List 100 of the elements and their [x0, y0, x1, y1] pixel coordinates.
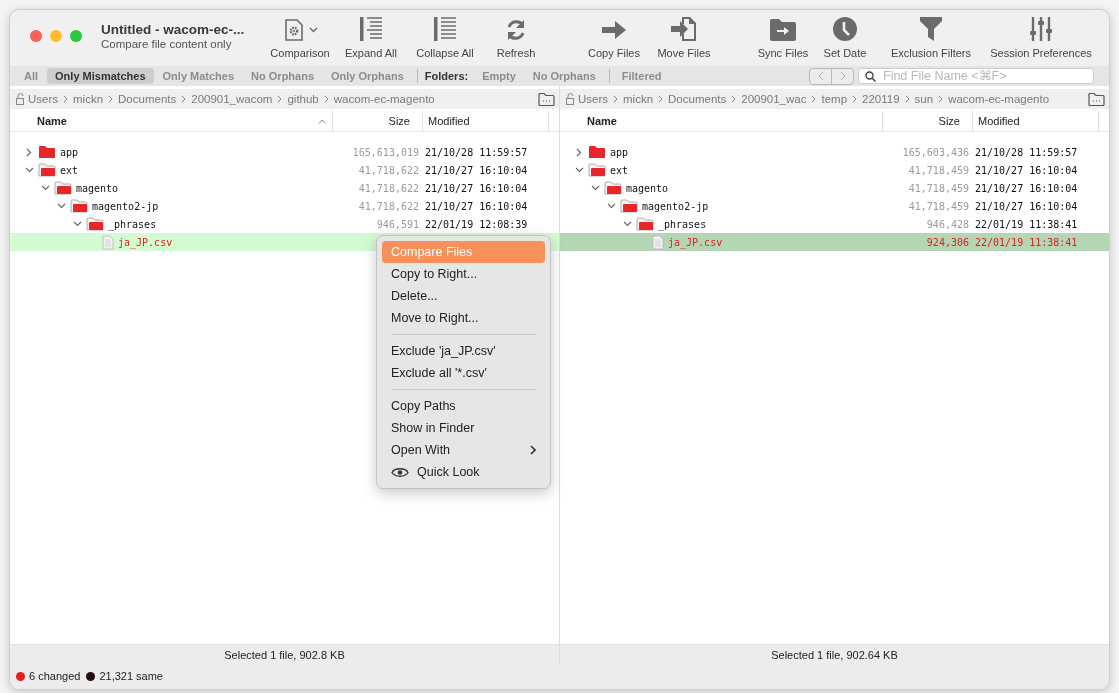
column-header[interactable]: Size [333, 111, 423, 131]
chevron-down-icon[interactable] [56, 203, 66, 209]
menu-item[interactable]: Show in Finder [382, 417, 545, 439]
file-size: 924,306 [926, 236, 969, 248]
menu-item[interactable]: Move to Right... [382, 307, 545, 329]
funnel-icon [919, 16, 943, 42]
file-name: ja_JP.csv [668, 236, 723, 248]
path-segment[interactable]: Documents [668, 93, 727, 105]
chevron-down-icon[interactable] [72, 221, 82, 227]
toolbar-button[interactable]: Move Files [649, 10, 719, 59]
chevron-down-icon[interactable] [590, 185, 600, 191]
path-separator-icon [904, 95, 910, 103]
file-row[interactable]: app 165,603,436 21/10/28 11:59:57 [560, 143, 1109, 161]
path-segment[interactable]: wacom-ec-magento [333, 93, 435, 105]
file-size: 41,718,459 [908, 200, 969, 212]
toolbar-button[interactable]: Exclusion Filters [885, 10, 977, 59]
chevron-right-icon[interactable] [26, 147, 32, 157]
column-header[interactable]: Modified [973, 111, 1099, 131]
menu-item[interactable]: Copy to Right... [382, 263, 545, 285]
legend-label: 6 changed [29, 670, 81, 682]
modified-date: 21/10/27 16:10:04 [975, 200, 1078, 212]
file-row[interactable]: magento2-jp 41,718,459 21/10/27 16:10:04 [560, 197, 1109, 215]
path-segment[interactable]: 200901_wacom [191, 93, 273, 105]
file-row[interactable]: _phrases 946,591 22/01/19 12:08:39 [10, 215, 559, 233]
menu-item[interactable]: Copy Paths [382, 395, 545, 417]
folder-icon [588, 145, 606, 159]
column-header[interactable]: Modified [423, 111, 549, 131]
file-size: 41,718,459 [908, 164, 969, 176]
close-button[interactable] [30, 30, 42, 42]
document-icon [652, 234, 664, 250]
menu-item[interactable]: Exclude 'ja_JP.csv' [382, 340, 545, 362]
path-segment[interactable]: github [287, 93, 319, 105]
search-field[interactable]: Find File Name <⌘F> [858, 68, 1094, 84]
path-separator-icon [658, 95, 664, 103]
folder-browse-icon[interactable] [1088, 92, 1105, 106]
chevron-down-icon[interactable] [574, 167, 584, 173]
folder-browse-icon[interactable] [538, 92, 555, 106]
folder-icon [54, 181, 72, 195]
path-segment[interactable]: temp [821, 93, 848, 105]
modified-date: 21/10/27 16:10:04 [975, 182, 1078, 194]
menu-item[interactable]: Open With [382, 439, 545, 461]
folder-icon [70, 199, 88, 213]
path-segment[interactable]: sun [914, 93, 934, 105]
folder-arrow-icon [769, 17, 797, 42]
file-row[interactable]: magento2-jp 41,718,622 21/10/27 16:10:04 [10, 197, 559, 215]
column-header[interactable]: Name [10, 111, 333, 131]
chevron-down-icon[interactable] [40, 185, 50, 191]
toolbar-button[interactable]: Session Preferences [983, 10, 1099, 59]
column-header[interactable]: Name [560, 111, 883, 131]
filter-tab[interactable]: Only Mismatches [47, 68, 154, 84]
gear-document-icon [282, 17, 305, 42]
clock-icon [832, 16, 858, 42]
file-name: app [610, 146, 629, 158]
chevron-down-icon[interactable] [622, 221, 632, 227]
right-arrow-icon [601, 18, 627, 41]
path-segment[interactable]: 200901_wac [741, 93, 807, 105]
sort-caret-icon [318, 118, 326, 124]
file-row[interactable]: magento 41,718,622 21/10/27 16:10:04 [10, 179, 559, 197]
file-name: ext [60, 164, 79, 176]
back-icon [817, 71, 824, 81]
file-name: magento [76, 182, 119, 194]
chevron-right-icon[interactable] [576, 147, 582, 157]
toolbar-button[interactable]: Sync Files [753, 10, 813, 59]
path-segment[interactable]: mickn [623, 93, 654, 105]
path-segment[interactable]: 220119 [862, 93, 900, 105]
folder-icon [38, 163, 56, 177]
chevron-down-icon[interactable] [24, 167, 34, 173]
modified-date: 22/01/19 11:38:41 [975, 218, 1078, 230]
path-segment[interactable]: Users [578, 93, 609, 105]
unlock-icon [16, 93, 26, 105]
modified-date: 21/10/27 16:10:04 [425, 200, 528, 212]
file-row[interactable]: app 165,613,019 21/10/28 11:59:57 [10, 143, 559, 161]
file-name: ja_JP.csv [118, 236, 173, 248]
file-name: magento2-jp [92, 200, 159, 212]
path-segment[interactable]: Documents [118, 93, 177, 105]
menu-item[interactable]: Quick Look [382, 461, 545, 483]
file-size: 946,428 [926, 218, 969, 230]
menu-item[interactable]: Delete... [382, 285, 545, 307]
toolbar-button[interactable]: Expand All [337, 10, 405, 59]
toolbar-button[interactable]: Set Date [817, 10, 873, 59]
modified-date: 21/10/27 16:10:04 [975, 164, 1078, 176]
path-segment[interactable]: mickn [73, 93, 104, 105]
toolbar-button[interactable]: Refresh [487, 10, 545, 59]
collapse-all-icon [432, 16, 458, 42]
column-header[interactable]: Size [883, 111, 973, 131]
toolbar-button[interactable]: Collapse All [409, 10, 481, 59]
file-row[interactable]: _phrases 946,428 22/01/19 11:38:41 [560, 215, 1109, 233]
toolbar-button[interactable]: Comparison [267, 10, 333, 59]
path-separator-icon [108, 95, 114, 103]
file-row[interactable]: ext 41,718,459 21/10/27 16:10:04 [560, 161, 1109, 179]
chevron-down-icon[interactable] [606, 203, 616, 209]
menu-item[interactable]: Exclude all '*.csv' [382, 362, 545, 384]
selection-status: Selected 1 file, 902.64 KB [771, 649, 898, 661]
file-row[interactable]: magento 41,718,459 21/10/27 16:10:04 [560, 179, 1109, 197]
path-segment[interactable]: Users [28, 93, 59, 105]
toolbar-button[interactable]: Copy Files [579, 10, 649, 59]
path-segment[interactable]: wacom-ec-magento [948, 93, 1050, 105]
folder-icon [604, 181, 622, 195]
legend-label: 21,321 same [99, 670, 163, 682]
file-row[interactable]: ext 41,718,622 21/10/27 16:10:04 [10, 161, 559, 179]
